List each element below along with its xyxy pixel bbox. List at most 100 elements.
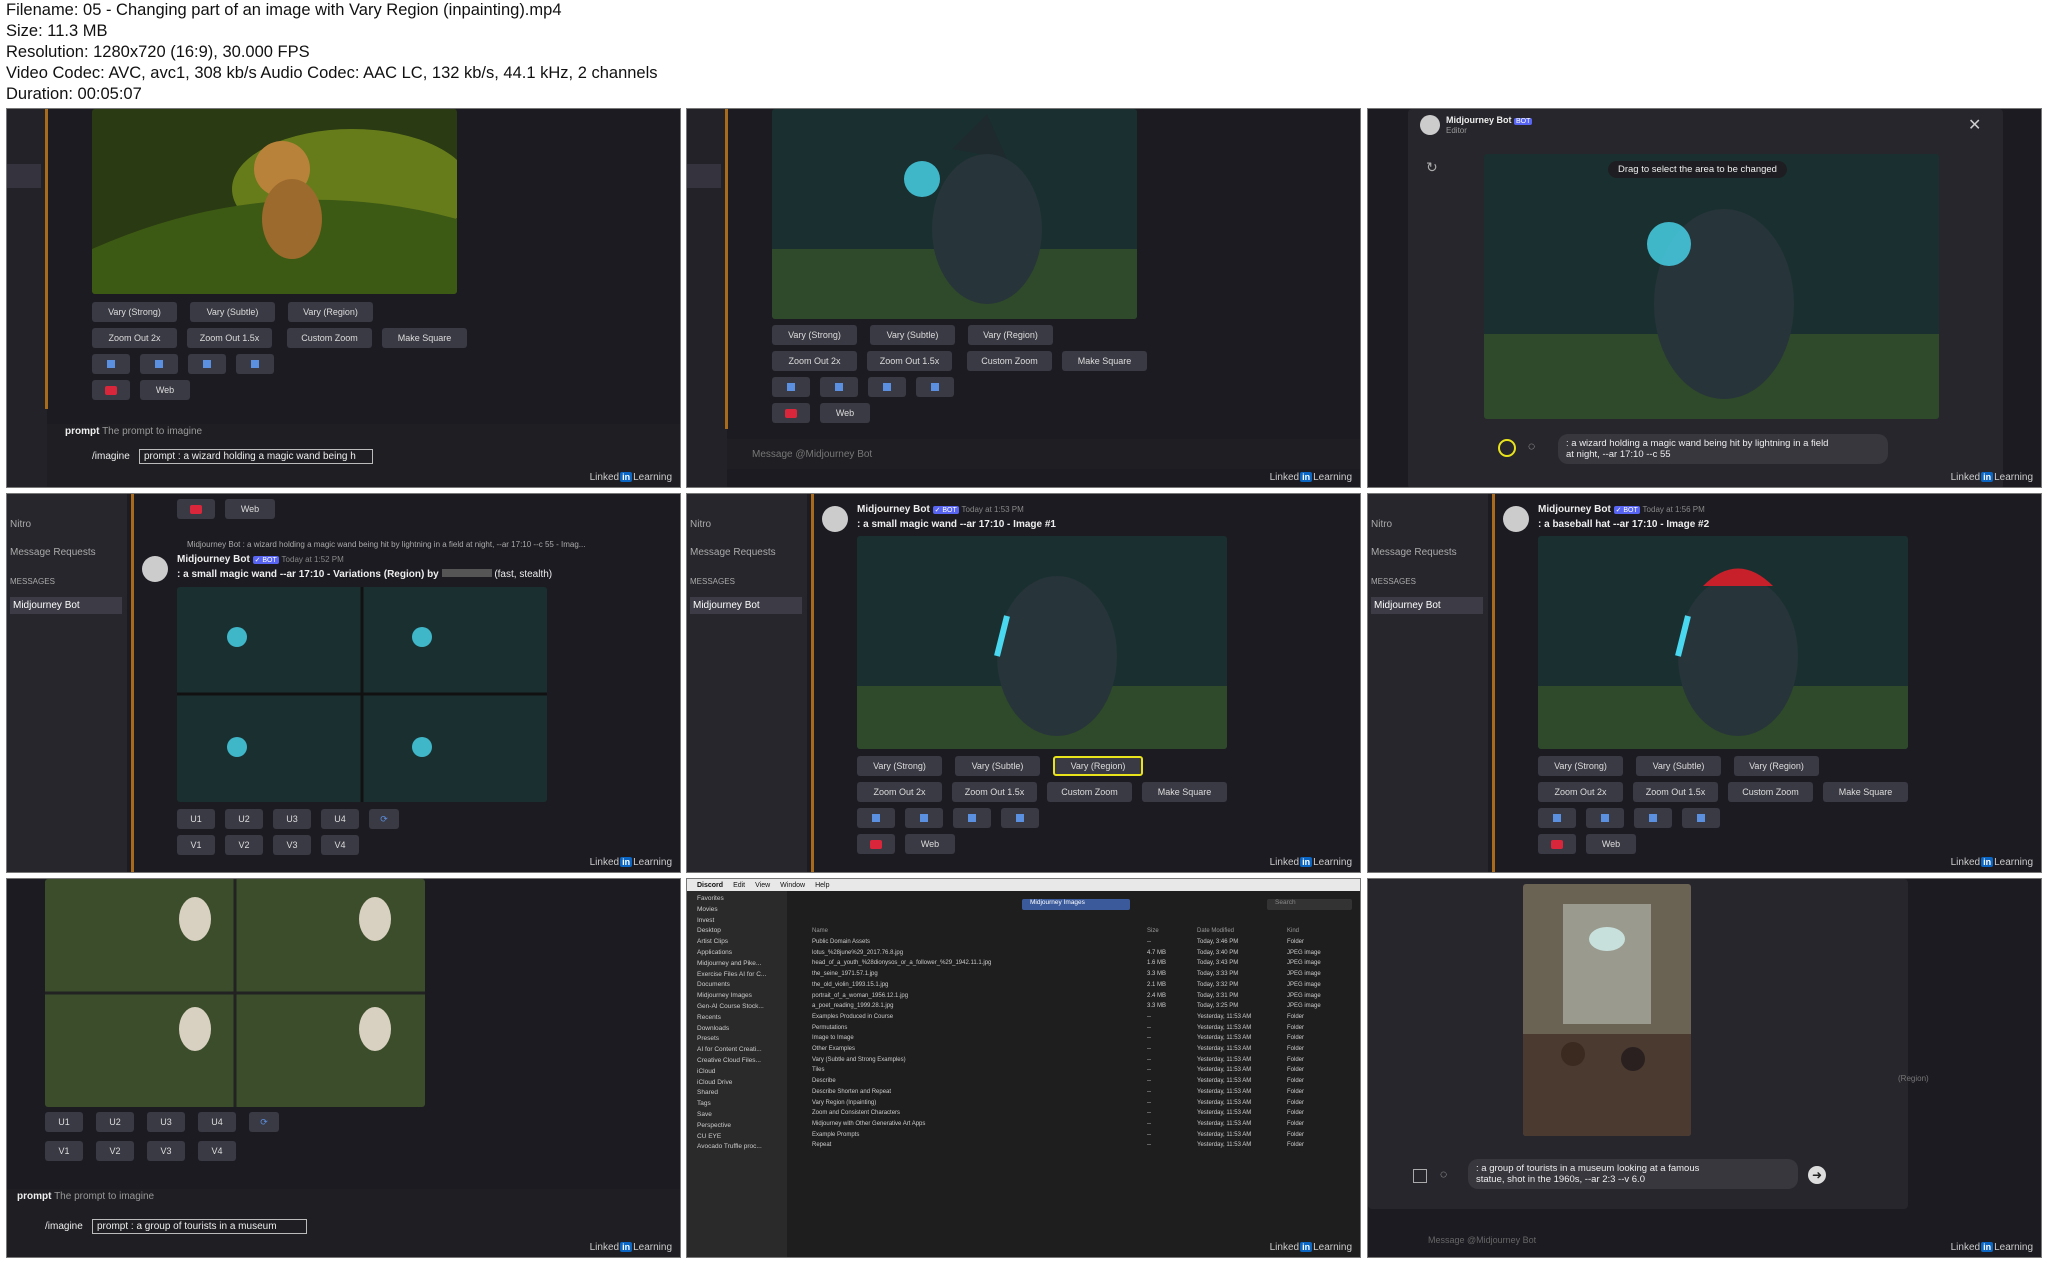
heart-button[interactable] [857,834,895,854]
make-square-button[interactable]: Make Square [382,328,467,348]
heart-button[interactable] [1538,834,1576,854]
v1-button[interactable]: V1 [45,1141,83,1161]
vary-region-button[interactable]: Vary (Region) [1734,756,1819,776]
u4-button[interactable]: U4 [321,809,359,829]
rectangle-select-icon[interactable] [1498,439,1516,457]
finder-sidebar-item[interactable]: Desktop [697,927,721,934]
custom-zoom-button[interactable]: Custom Zoom [1728,782,1813,802]
message-requests-item[interactable]: Message Requests [1371,547,1457,558]
make-square-button[interactable]: Make Square [1062,351,1147,371]
file-row[interactable]: Describe Shorten and Repeat -- Yesterday, … [797,1089,1355,1097]
finder-sidebar-item[interactable]: Artist Clips [697,938,728,945]
finder-sidebar-item[interactable]: Midjourney Images [697,992,752,999]
u3-button[interactable]: U3 [273,809,311,829]
file-row[interactable]: Midjourney with Other Generative Art App… [797,1121,1355,1129]
file-row[interactable]: Vary Region (Inpainting) -- Yesterday, 11:… [797,1100,1355,1108]
message-requests-item[interactable]: Message Requests [10,547,96,558]
lasso-icon[interactable]: ◌ [1528,439,1535,453]
finder-sidebar-item[interactable]: Movies [697,906,718,913]
menu-item[interactable]: Help [815,882,829,889]
web-button[interactable]: Web [140,380,190,400]
v3-button[interactable]: V3 [147,1141,185,1161]
finder-sidebar-item[interactable]: Documents [697,981,730,988]
zoom-out-2x-button[interactable]: Zoom Out 2x [772,351,857,371]
pan-up-button[interactable] [868,377,906,397]
file-row[interactable]: lotus_%28june%29_2017.76.8.jpg 4.7 MB Toda… [797,950,1355,958]
u3-button[interactable]: U3 [147,1112,185,1132]
finder-sidebar-item[interactable]: Presets [697,1035,719,1042]
reroll-button[interactable]: ⟳ [369,809,399,829]
v4-button[interactable]: V4 [198,1141,236,1161]
pan-left-button[interactable] [772,377,810,397]
menu-item[interactable]: View [755,882,770,889]
finder-sidebar-item[interactable]: Recents [697,1014,721,1021]
file-row[interactable]: a_poet_reading_1999.28.1.jpg 3.3 MB Today,… [797,1003,1355,1011]
pan-down-button[interactable] [236,354,274,374]
lasso-icon[interactable]: ◌ [1440,1167,1447,1181]
rectangle-select-icon[interactable] [1413,1169,1427,1183]
u2-button[interactable]: U2 [225,809,263,829]
web-button[interactable]: Web [1586,834,1636,854]
file-row[interactable]: Zoom and Consistent Characters -- Yesterda… [797,1110,1355,1118]
file-row[interactable]: Public Domain Assets -- Today, 3:46 PM Fold… [797,939,1355,947]
zoom-out-15x-button[interactable]: Zoom Out 1.5x [952,782,1037,802]
close-icon[interactable]: ✕ [1968,115,1981,135]
pan-down-button[interactable] [916,377,954,397]
file-row[interactable]: Examples Produced in Course -- Yesterday, … [797,1014,1355,1022]
finder-sidebar-item[interactable]: CU EYE [697,1133,721,1140]
file-row[interactable]: the_seine_1971.57.1.jpg 3.3 MB Today, 3:33… [797,971,1355,979]
v2-button[interactable]: V2 [225,835,263,855]
nitro-item[interactable]: Nitro [10,519,31,530]
vary-region-button[interactable]: Vary (Region) [968,325,1053,345]
prompt-input[interactable]: prompt : a wizard holding a magic wand b… [139,449,373,464]
pan-right-button[interactable] [1586,808,1624,828]
pan-left-button[interactable] [857,808,895,828]
pan-left-button[interactable] [1538,808,1576,828]
make-square-button[interactable]: Make Square [1823,782,1908,802]
vary-region-button[interactable]: Vary (Region) [288,302,373,322]
heart-button[interactable] [92,380,130,400]
finder-sidebar-item[interactable]: Midjourney and Pike... [697,960,761,967]
u4-button[interactable]: U4 [198,1112,236,1132]
vary-subtle-button[interactable]: Vary (Subtle) [1636,756,1721,776]
prompt-input[interactable]: prompt : a group of tourists in a museum [92,1219,307,1234]
message-bar[interactable]: Message @Midjourney Bot [727,439,1360,469]
vary-subtle-button[interactable]: Vary (Subtle) [190,302,275,322]
custom-zoom-button[interactable]: Custom Zoom [1047,782,1132,802]
pan-down-button[interactable] [1001,808,1039,828]
pan-left-button[interactable] [92,354,130,374]
file-row[interactable]: Other Examples -- Yesterday, 11:53 AM Folde… [797,1046,1355,1054]
finder-sidebar-item[interactable]: AI for Content Creati... [697,1046,762,1053]
col-kind[interactable]: Kind [1287,928,1299,934]
finder-sidebar-item[interactable]: Save [697,1111,712,1118]
file-row[interactable]: the_old_violin_1993.15.1.jpg 2.1 MB Today,… [797,982,1355,990]
vary-strong-button[interactable]: Vary (Strong) [772,325,857,345]
pan-right-button[interactable] [140,354,178,374]
zoom-out-2x-button[interactable]: Zoom Out 2x [857,782,942,802]
file-row[interactable]: Permutations -- Yesterday, 11:53 AM Folder [797,1025,1355,1033]
undo-icon[interactable]: ↻ [1426,159,1438,176]
finder-sidebar-item[interactable]: Favorites [697,895,724,902]
file-row[interactable]: Describe -- Yesterday, 11:53 AM Folder [797,1078,1355,1086]
vary-strong-button[interactable]: Vary (Strong) [857,756,942,776]
zoom-out-15x-button[interactable]: Zoom Out 1.5x [1633,782,1718,802]
finder-sidebar-item[interactable]: Perspective [697,1122,731,1129]
pan-right-button[interactable] [905,808,943,828]
editor-prompt-input[interactable]: : a group of tourists in a museum lookin… [1468,1159,1798,1189]
u1-button[interactable]: U1 [45,1112,83,1132]
folder-selector[interactable]: Midjourney Images [1022,899,1130,910]
nitro-item[interactable]: Nitro [1371,519,1392,530]
finder-sidebar-item[interactable]: Gen-AI Course Stock... [697,1003,764,1010]
custom-zoom-button[interactable]: Custom Zoom [967,351,1052,371]
file-row[interactable]: Vary (Subtle and Strong Examples) -- Yeste… [797,1057,1355,1065]
dm-midjourney-bot[interactable]: Midjourney Bot [690,597,802,614]
zoom-out-2x-button[interactable]: Zoom Out 2x [1538,782,1623,802]
file-row[interactable]: head_of_a_youth_%28dionysos_or_a_followe… [797,960,1355,968]
finder-sidebar-item[interactable]: Downloads [697,1025,729,1032]
heart-button[interactable] [772,403,810,423]
col-name[interactable]: Name [812,928,828,934]
editor-prompt-input[interactable]: : a wizard holding a magic wand being hi… [1558,434,1888,464]
pan-down-button[interactable] [1682,808,1720,828]
finder-sidebar-item[interactable]: Shared [697,1089,718,1096]
v2-button[interactable]: V2 [96,1141,134,1161]
